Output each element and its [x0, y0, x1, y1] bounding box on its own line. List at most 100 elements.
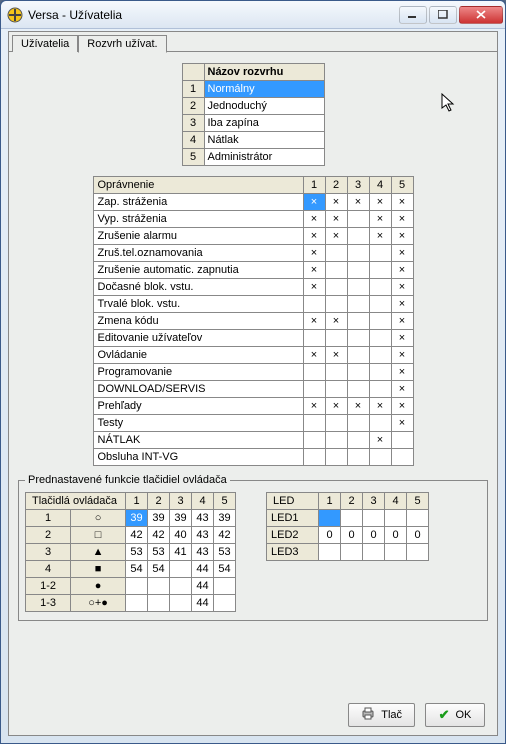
perm-cell[interactable]: ×: [303, 279, 325, 296]
perm-cell[interactable]: [303, 364, 325, 381]
btn-cell[interactable]: [148, 578, 170, 595]
perm-cell[interactable]: [325, 279, 347, 296]
led-cell[interactable]: [385, 544, 407, 561]
btn-row[interactable]: 4■54544454: [26, 561, 236, 578]
perm-cell[interactable]: [347, 381, 369, 398]
perm-cell[interactable]: [347, 228, 369, 245]
btn-cell[interactable]: [126, 578, 148, 595]
perm-cell[interactable]: [391, 432, 413, 449]
perm-cell[interactable]: [369, 381, 391, 398]
perm-cell[interactable]: [303, 381, 325, 398]
perm-cell[interactable]: ×: [303, 211, 325, 228]
perm-row[interactable]: Prehľady×××××: [93, 398, 413, 415]
led-cell[interactable]: 0: [341, 527, 363, 544]
perm-cell[interactable]: ×: [369, 194, 391, 211]
perm-cell[interactable]: [369, 279, 391, 296]
remote-buttons-table[interactable]: Tlačidlá ovládača 12345 1○39393943392□42…: [25, 492, 236, 612]
led-cell[interactable]: [407, 544, 429, 561]
led-row[interactable]: LED1: [267, 510, 429, 527]
perm-cell[interactable]: ×: [347, 194, 369, 211]
perm-cell[interactable]: ×: [303, 194, 325, 211]
led-row[interactable]: LED200000: [267, 527, 429, 544]
perm-cell[interactable]: [325, 296, 347, 313]
led-table[interactable]: LED 12345 LED1LED200000LED3: [266, 492, 429, 561]
btn-cell[interactable]: 39: [126, 510, 148, 527]
perm-row[interactable]: Editovanie užívateľov×: [93, 330, 413, 347]
btn-cell[interactable]: [170, 561, 192, 578]
perm-cell[interactable]: ×: [303, 398, 325, 415]
tab-user-schedule[interactable]: Rozvrh užívat.: [78, 35, 166, 53]
close-button[interactable]: [459, 6, 503, 24]
schedule-row[interactable]: 1Normálny: [182, 81, 324, 98]
btn-row[interactable]: 1-3○+●44: [26, 595, 236, 612]
perm-cell[interactable]: [369, 313, 391, 330]
perm-cell[interactable]: [369, 364, 391, 381]
led-cell[interactable]: [407, 510, 429, 527]
btn-row[interactable]: 2□4242404342: [26, 527, 236, 544]
perm-cell[interactable]: ×: [325, 347, 347, 364]
btn-cell[interactable]: 39: [170, 510, 192, 527]
schedule-row-name[interactable]: Jednoduchý: [204, 98, 324, 115]
btn-cell[interactable]: 43: [192, 527, 214, 544]
tab-users[interactable]: Užívatelia: [12, 35, 78, 52]
perm-cell[interactable]: ×: [369, 228, 391, 245]
btn-cell[interactable]: [126, 595, 148, 612]
perm-cell[interactable]: [347, 364, 369, 381]
perm-cell[interactable]: [325, 449, 347, 466]
perm-cell[interactable]: [347, 211, 369, 228]
schedule-table[interactable]: Názov rozvrhu 1Normálny2Jednoduchý3Iba z…: [182, 63, 325, 166]
led-row[interactable]: LED3: [267, 544, 429, 561]
perm-cell[interactable]: [347, 279, 369, 296]
led-cell[interactable]: [319, 510, 341, 527]
schedule-row-name[interactable]: Nátlak: [204, 132, 324, 149]
perm-cell[interactable]: ×: [391, 313, 413, 330]
btn-cell[interactable]: 42: [148, 527, 170, 544]
perm-cell[interactable]: ×: [347, 398, 369, 415]
led-cell[interactable]: [363, 544, 385, 561]
perm-cell[interactable]: ×: [369, 211, 391, 228]
titlebar[interactable]: Versa - Užívatelia: [1, 1, 505, 29]
perm-cell[interactable]: ×: [391, 228, 413, 245]
btn-cell[interactable]: 40: [170, 527, 192, 544]
perm-row[interactable]: Ovládanie×××: [93, 347, 413, 364]
perm-row[interactable]: Zrušenie alarmu××××: [93, 228, 413, 245]
perm-cell[interactable]: [347, 330, 369, 347]
perm-cell[interactable]: ×: [391, 194, 413, 211]
perm-cell[interactable]: ×: [303, 228, 325, 245]
perm-cell[interactable]: [325, 364, 347, 381]
perm-cell[interactable]: [325, 432, 347, 449]
perm-cell[interactable]: ×: [391, 347, 413, 364]
perm-cell[interactable]: ×: [369, 398, 391, 415]
schedule-row-name[interactable]: Administrátor: [204, 149, 324, 166]
btn-cell[interactable]: 44: [192, 595, 214, 612]
perm-cell[interactable]: [325, 245, 347, 262]
perm-row[interactable]: Zap. stráženia×××××: [93, 194, 413, 211]
perm-row[interactable]: Zruš.tel.oznamovania××: [93, 245, 413, 262]
btn-cell[interactable]: 42: [214, 527, 236, 544]
btn-cell[interactable]: 53: [126, 544, 148, 561]
perm-cell[interactable]: ×: [391, 245, 413, 262]
perm-cell[interactable]: [325, 381, 347, 398]
perm-cell[interactable]: ×: [391, 415, 413, 432]
perm-cell[interactable]: [369, 347, 391, 364]
perm-cell[interactable]: [303, 296, 325, 313]
perm-cell[interactable]: [347, 245, 369, 262]
led-cell[interactable]: [363, 510, 385, 527]
perm-cell[interactable]: [325, 415, 347, 432]
led-cell[interactable]: 0: [407, 527, 429, 544]
perm-cell[interactable]: ×: [391, 381, 413, 398]
perm-cell[interactable]: [347, 313, 369, 330]
perm-cell[interactable]: [325, 330, 347, 347]
btn-cell[interactable]: 39: [214, 510, 236, 527]
perm-cell[interactable]: [369, 449, 391, 466]
perm-cell[interactable]: ×: [325, 194, 347, 211]
btn-cell[interactable]: 44: [192, 578, 214, 595]
schedule-row[interactable]: 5Administrátor: [182, 149, 324, 166]
perm-cell[interactable]: [303, 432, 325, 449]
led-cell[interactable]: [319, 544, 341, 561]
led-cell[interactable]: 0: [385, 527, 407, 544]
perm-cell[interactable]: ×: [391, 211, 413, 228]
perm-cell[interactable]: [369, 296, 391, 313]
perm-cell[interactable]: [347, 432, 369, 449]
perm-cell[interactable]: [391, 449, 413, 466]
